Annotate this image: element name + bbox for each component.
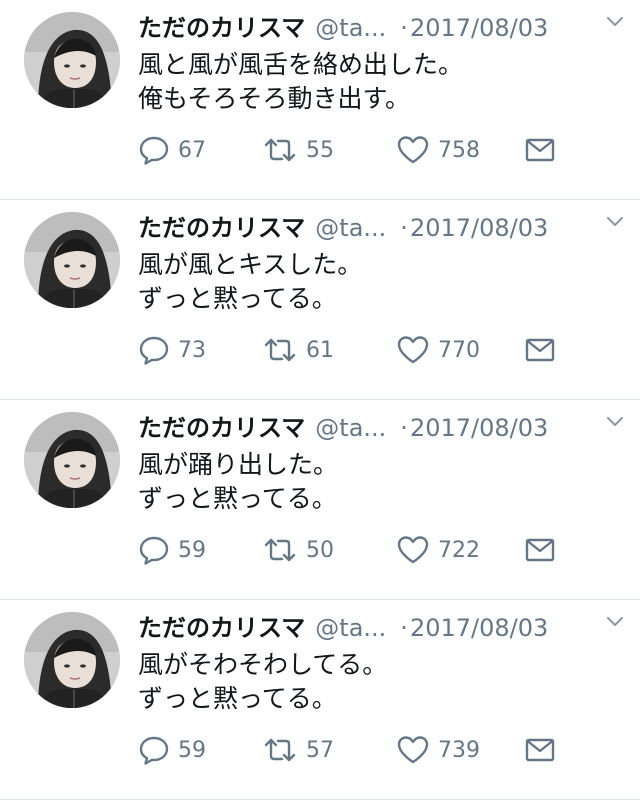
heart-icon	[396, 334, 430, 366]
reply-count: 59	[178, 537, 206, 563]
separator-dot: ·	[400, 614, 408, 642]
tweet-text: 風と風が風舌を絡め出した。 俺もそろそろ動き出す。	[138, 48, 618, 116]
retweet-button[interactable]: 55	[262, 128, 334, 172]
tweet-text-line: 風と風が風舌を絡め出した。	[138, 50, 464, 79]
tweet-text-line: 俺もそろそろ動き出す。	[138, 84, 411, 113]
user-avatar-image	[24, 412, 120, 508]
tweet-header: ただのカリスマ @ta... ·2017/08/03	[138, 210, 628, 246]
reply-icon	[138, 734, 170, 766]
user-handle[interactable]: @ta...	[315, 414, 386, 442]
chevron-down-icon[interactable]	[604, 210, 626, 232]
retweet-button[interactable]: 50	[262, 528, 334, 572]
tweet-header: ただのカリスマ @ta... ·2017/08/03	[138, 410, 628, 446]
chevron-down-icon[interactable]	[604, 410, 626, 432]
like-button[interactable]: 722	[396, 528, 480, 572]
reply-button[interactable]: 67	[138, 128, 206, 172]
like-button[interactable]: 758	[396, 128, 480, 172]
envelope-icon	[524, 534, 556, 566]
tweet-text: 風が踊り出した。 ずっと黙ってる。	[138, 448, 618, 516]
separator-dot: ·	[400, 214, 408, 242]
display-name[interactable]: ただのカリスマ	[138, 414, 305, 442]
like-count: 770	[438, 337, 480, 363]
reply-icon	[138, 334, 170, 366]
tweet[interactable]: ただのカリスマ @ta... ·2017/08/03 風がそわそわしてる。 ずっと黙…	[0, 600, 640, 800]
tweet-text-line: ずっと黙ってる。	[138, 284, 337, 313]
chevron-down-icon[interactable]	[604, 10, 626, 32]
like-button[interactable]: 739	[396, 728, 480, 772]
tweet-text-line: 風がそわそわしてる。	[138, 650, 388, 679]
tweet-text-line: 風が風とキスした。	[138, 250, 363, 279]
tweet-header: ただのカリスマ @ta... ·2017/08/03	[138, 10, 628, 46]
envelope-icon	[524, 334, 556, 366]
like-button[interactable]: 770	[396, 328, 480, 372]
user-handle[interactable]: @ta...	[315, 614, 386, 642]
display-name[interactable]: ただのカリスマ	[138, 614, 305, 642]
separator-dot: ·	[400, 14, 408, 42]
envelope-icon	[524, 734, 556, 766]
retweet-count: 50	[306, 537, 334, 563]
retweet-icon	[262, 734, 298, 766]
tweet-date[interactable]: 2017/08/03	[410, 14, 548, 42]
user-avatar-image	[24, 212, 120, 308]
reply-button[interactable]: 59	[138, 728, 206, 772]
like-count: 758	[438, 137, 480, 163]
tweet-feed: ただのカリスマ @ta... ·2017/08/03 風と風が風舌を絡め出した。 俺…	[0, 0, 640, 806]
reply-icon	[138, 534, 170, 566]
display-name[interactable]: ただのカリスマ	[138, 14, 305, 42]
avatar[interactable]	[24, 612, 120, 708]
reply-count: 59	[178, 737, 206, 763]
tweet-text-line: ずっと黙ってる。	[138, 684, 337, 713]
envelope-icon	[524, 134, 556, 166]
retweet-button[interactable]: 57	[262, 728, 334, 772]
heart-icon	[396, 134, 430, 166]
reply-count: 67	[178, 137, 206, 163]
reply-icon	[138, 134, 170, 166]
tweet-actions: 59 50 722	[138, 528, 578, 572]
reply-button[interactable]: 59	[138, 528, 206, 572]
tweet-header: ただのカリスマ @ta... ·2017/08/03	[138, 610, 628, 646]
retweet-count: 61	[306, 337, 334, 363]
tweet-date[interactable]: 2017/08/03	[410, 614, 548, 642]
user-handle[interactable]: @ta...	[315, 14, 386, 42]
tweet-text: 風が風とキスした。 ずっと黙ってる。	[138, 248, 618, 316]
heart-icon	[396, 534, 430, 566]
separator-dot: ·	[400, 414, 408, 442]
like-count: 739	[438, 737, 480, 763]
tweet[interactable]: ただのカリスマ @ta... ·2017/08/03 風が風とキスした。 ずっと黙っ…	[0, 200, 640, 400]
tweet-actions: 67 55 758	[138, 128, 578, 172]
avatar[interactable]	[24, 412, 120, 508]
tweet-actions: 59 57 739	[138, 728, 578, 772]
retweet-icon	[262, 134, 298, 166]
tweet-date[interactable]: 2017/08/03	[410, 414, 548, 442]
user-avatar-image	[24, 612, 120, 708]
retweet-icon	[262, 534, 298, 566]
tweet-text: 風がそわそわしてる。 ずっと黙ってる。	[138, 648, 618, 716]
retweet-count: 57	[306, 737, 334, 763]
like-count: 722	[438, 537, 480, 563]
direct-message-button[interactable]	[524, 528, 556, 572]
user-handle[interactable]: @ta...	[315, 214, 386, 242]
avatar[interactable]	[24, 212, 120, 308]
reply-count: 73	[178, 337, 206, 363]
direct-message-button[interactable]	[524, 328, 556, 372]
tweet[interactable]: ただのカリスマ @ta... ·2017/08/03 風と風が風舌を絡め出した。 俺…	[0, 0, 640, 200]
tweet-text-line: 風が踊り出した。	[138, 450, 339, 479]
direct-message-button[interactable]	[524, 128, 556, 172]
direct-message-button[interactable]	[524, 728, 556, 772]
user-avatar-image	[24, 12, 120, 108]
display-name[interactable]: ただのカリスマ	[138, 214, 305, 242]
tweet-actions: 73 61 770	[138, 328, 578, 372]
retweet-count: 55	[306, 137, 334, 163]
chevron-down-icon[interactable]	[604, 610, 626, 632]
reply-button[interactable]: 73	[138, 328, 206, 372]
tweet-text-line: ずっと黙ってる。	[138, 484, 337, 513]
retweet-icon	[262, 334, 298, 366]
retweet-button[interactable]: 61	[262, 328, 334, 372]
tweet-date[interactable]: 2017/08/03	[410, 214, 548, 242]
avatar[interactable]	[24, 12, 120, 108]
heart-icon	[396, 734, 430, 766]
tweet[interactable]: ただのカリスマ @ta... ·2017/08/03 風が踊り出した。 ずっと黙って…	[0, 400, 640, 600]
